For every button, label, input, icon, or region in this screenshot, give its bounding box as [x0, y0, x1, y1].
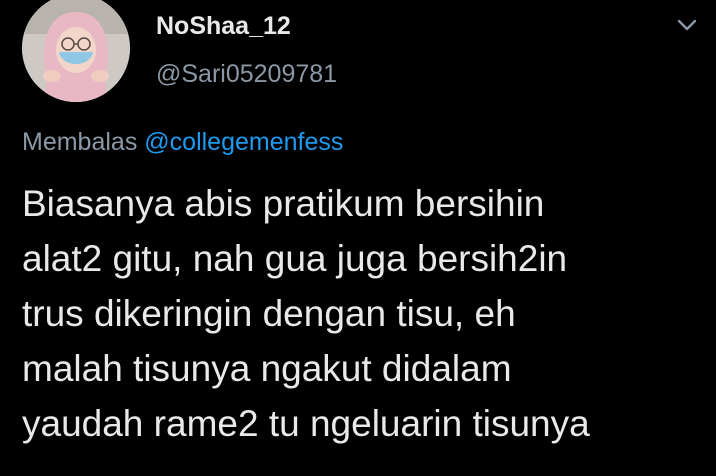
reply-mention-link[interactable]: @collegemenfess — [144, 128, 343, 156]
tweet-text-line: malah tisunya ngakut didalam — [22, 348, 512, 389]
tweet-text-line: trus dikeringin dengan tisu, eh — [22, 293, 516, 334]
tweet: NoShaa_12 @Sari05209781 Membalas @colleg… — [0, 0, 716, 476]
user-handle[interactable]: @Sari05209781 — [156, 60, 337, 89]
tweet-text-line: alat2 gitu, nah gua juga bersih2in — [22, 238, 568, 279]
tweet-text-line: yaudah rame2 tu ngeluarin tisunya — [22, 403, 590, 444]
avatar-image — [22, 0, 130, 102]
display-name[interactable]: NoShaa_12 — [156, 12, 291, 41]
more-options-button[interactable] — [672, 12, 702, 38]
chevron-down-icon — [677, 19, 697, 31]
reply-context: Membalas @collegemenfess — [22, 128, 343, 157]
reply-prefix: Membalas — [22, 128, 138, 156]
tweet-text-line: Biasanya abis pratikum bersihin — [22, 183, 545, 224]
avatar[interactable] — [22, 0, 130, 102]
tweet-text: Biasanya abis pratikum bersihin alat2 gi… — [22, 176, 712, 451]
